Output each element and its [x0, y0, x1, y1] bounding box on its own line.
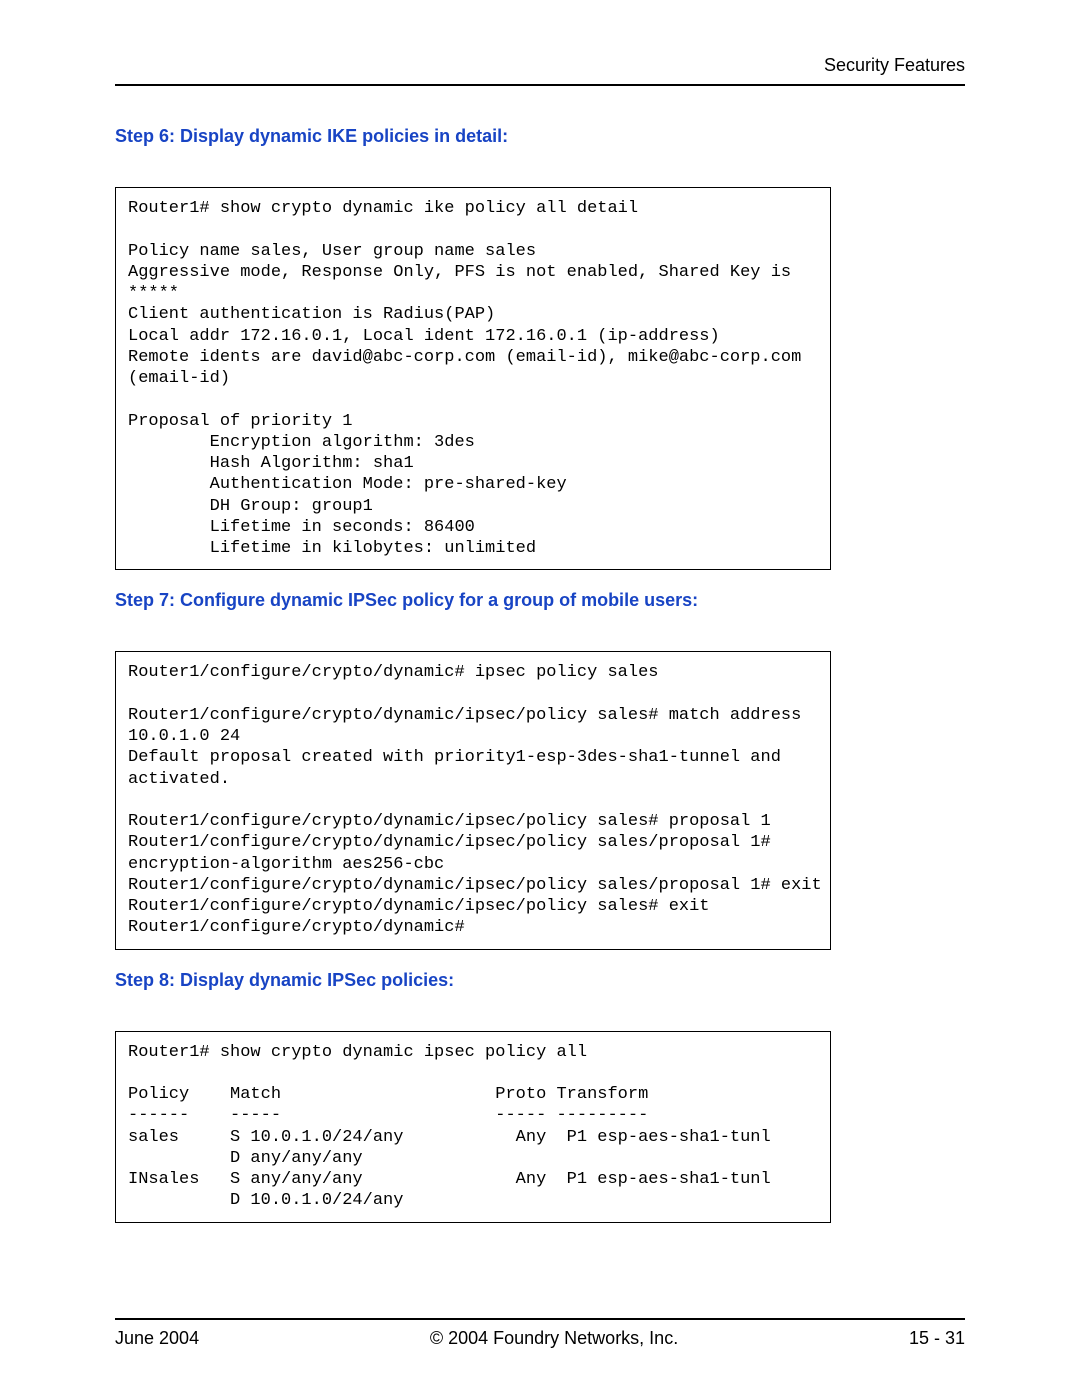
step8-heading: Step 8: Display dynamic IPSec policies:: [115, 970, 965, 991]
step8-code-block: Router1# show crypto dynamic ipsec polic…: [115, 1031, 831, 1223]
step6-code-block: Router1# show crypto dynamic ike policy …: [115, 187, 831, 570]
header-rule: [115, 84, 965, 86]
page-header-right: Security Features: [115, 55, 965, 76]
footer-rule: [115, 1318, 965, 1320]
step6-heading: Step 6: Display dynamic IKE policies in …: [115, 126, 965, 147]
footer-row: June 2004 © 2004 Foundry Networks, Inc. …: [115, 1328, 965, 1349]
step7-code-block: Router1/configure/crypto/dynamic# ipsec …: [115, 651, 831, 949]
footer-left: June 2004: [115, 1328, 199, 1349]
page-container: Security Features Step 6: Display dynami…: [0, 0, 1080, 1397]
footer-right: 15 - 31: [909, 1328, 965, 1349]
page-footer: June 2004 © 2004 Foundry Networks, Inc. …: [115, 1318, 965, 1349]
footer-center: © 2004 Foundry Networks, Inc.: [430, 1328, 678, 1349]
step7-heading: Step 7: Configure dynamic IPSec policy f…: [115, 590, 965, 611]
